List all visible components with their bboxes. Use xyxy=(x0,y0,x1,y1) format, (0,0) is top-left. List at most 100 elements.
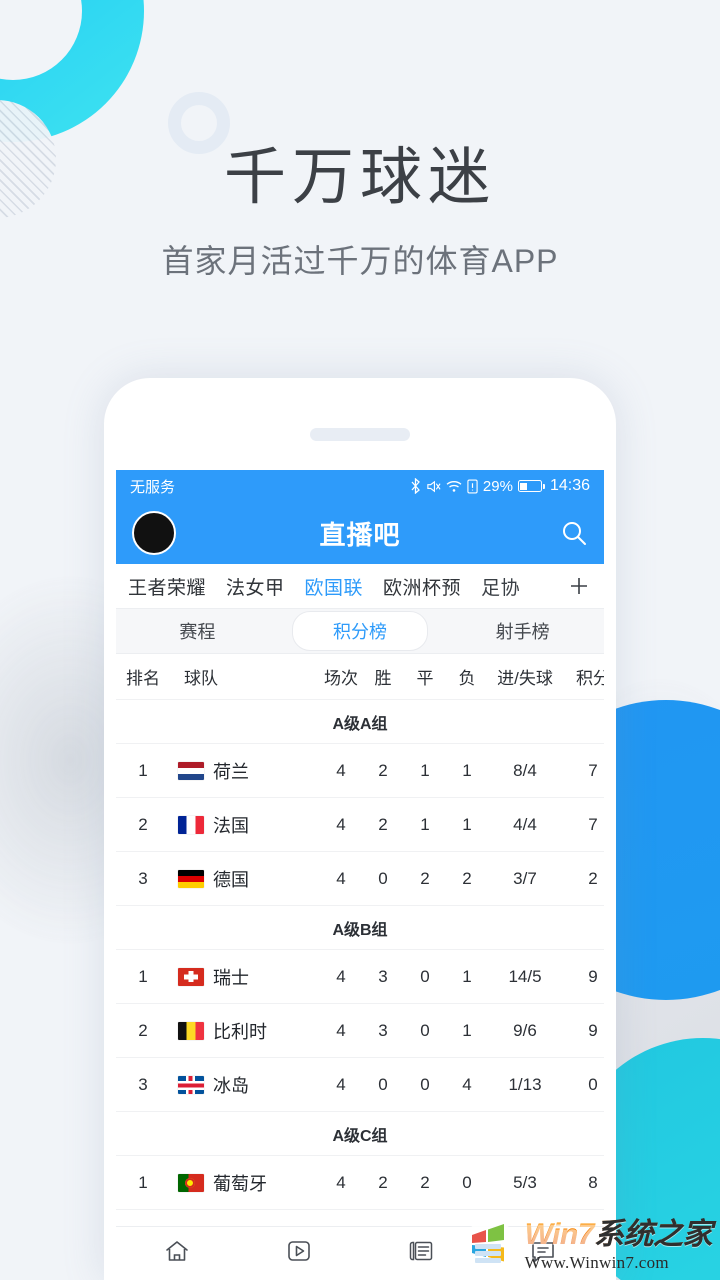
add-category-icon[interactable] xyxy=(566,573,592,599)
header-played: 场次 xyxy=(324,669,358,688)
cell-played: 4 xyxy=(336,966,346,986)
category-tab-4[interactable]: 足协 xyxy=(481,573,520,600)
tab-scorers[interactable]: 射手榜 xyxy=(441,618,604,644)
cell-played: 4 xyxy=(336,1074,346,1094)
flag-icon xyxy=(178,761,204,780)
cell-points: 9 xyxy=(588,1020,598,1040)
windows-logo-icon xyxy=(463,1218,517,1272)
cell-goals: 8/4 xyxy=(513,760,537,780)
flag-icon xyxy=(178,1021,204,1040)
table-row[interactable]: 1 葡萄牙 4 2 2 0 5/3 8 xyxy=(116,1156,604,1210)
search-icon[interactable] xyxy=(560,519,588,547)
page-subtitle: 首家月活过千万的体育APP xyxy=(161,243,559,280)
group-header: A级C组 xyxy=(116,1112,604,1156)
mute-icon xyxy=(426,479,441,494)
flag-icon xyxy=(178,869,204,888)
team-name-label: 冰岛 xyxy=(213,1075,249,1096)
cell-win: 2 xyxy=(378,1172,388,1192)
cell-team: 荷兰 xyxy=(170,758,320,784)
category-tab-3[interactable]: 欧洲杯预 xyxy=(383,573,461,600)
cell-draw: 2 xyxy=(420,868,430,888)
page-title: 千万球迷 xyxy=(223,143,496,212)
cell-draw: 1 xyxy=(420,760,430,780)
standings-table: A级A组 1 荷兰 4 2 1 1 8/4 7 2 法国 4 2 1 1 4/4 7 3 德国 4 0 2 2 3/7 2 A级B… xyxy=(116,700,604,1210)
clock-label: 14:36 xyxy=(549,477,590,494)
team-name-label: 法国 xyxy=(213,815,249,836)
table-row[interactable]: 3 冰岛 4 0 0 4 1/13 0 xyxy=(116,1058,604,1112)
phone-earpiece xyxy=(310,428,410,441)
tab-schedule[interactable]: 赛程 xyxy=(116,618,279,644)
cell-win: 2 xyxy=(378,760,388,780)
wifi-icon xyxy=(446,480,462,493)
cell-rank: 2 xyxy=(138,1020,148,1040)
status-bar: 无服务 29% 14:36 xyxy=(116,470,604,502)
phone-mockup: 无服务 29% 14:36 直播吧 王者荣耀 法女甲 欧国联 欧洲杯预 足协 赛… xyxy=(104,378,616,1280)
category-tab-0[interactable]: 王者荣耀 xyxy=(128,573,206,600)
table-row[interactable]: 3 德国 4 0 2 2 3/7 2 xyxy=(116,852,604,906)
nav-video[interactable] xyxy=(238,1236,360,1271)
avatar[interactable] xyxy=(132,511,176,555)
group-header: A级A组 xyxy=(116,700,604,744)
flag-icon xyxy=(178,967,204,986)
category-tab-bar: 王者荣耀 法女甲 欧国联 欧洲杯预 足协 xyxy=(116,564,604,608)
cell-draw: 0 xyxy=(420,1020,430,1040)
home-icon xyxy=(162,1236,192,1271)
cell-win: 3 xyxy=(378,1020,388,1040)
flag-icon xyxy=(178,1173,204,1192)
group-header: A级B组 xyxy=(116,906,604,950)
cell-win: 2 xyxy=(378,814,388,834)
cell-win: 0 xyxy=(378,1074,388,1094)
cell-goals: 1/13 xyxy=(508,1074,542,1094)
cell-loss: 1 xyxy=(462,814,472,834)
cell-team: 法国 xyxy=(170,812,320,838)
battery-icon xyxy=(517,480,545,492)
table-row[interactable]: 1 瑞士 4 3 0 1 14/5 9 xyxy=(116,950,604,1004)
table-row[interactable]: 1 荷兰 4 2 1 1 8/4 7 xyxy=(116,744,604,798)
video-icon xyxy=(284,1236,314,1271)
cell-loss: 0 xyxy=(462,1172,472,1192)
tab-standings-label: 积分榜 xyxy=(292,611,428,651)
cell-played: 4 xyxy=(336,1020,346,1040)
app-header: 直播吧 xyxy=(116,502,604,564)
header-goals: 进/失球 xyxy=(497,669,553,688)
header-loss: 负 xyxy=(458,669,476,688)
nav-home[interactable] xyxy=(116,1236,238,1271)
cell-rank: 1 xyxy=(138,1172,148,1192)
team-name-label: 葡萄牙 xyxy=(213,1173,267,1194)
cell-points: 7 xyxy=(588,814,598,834)
cell-draw: 0 xyxy=(420,1074,430,1094)
table-row[interactable]: 2 比利时 4 3 0 1 9/6 9 xyxy=(116,1004,604,1058)
sub-tab-bar: 赛程 积分榜 射手榜 xyxy=(116,608,604,654)
team-name-label: 荷兰 xyxy=(213,761,249,782)
cell-points: 0 xyxy=(588,1074,598,1094)
cell-team: 德国 xyxy=(170,866,320,892)
cell-loss: 1 xyxy=(462,966,472,986)
cell-goals: 5/3 xyxy=(513,1172,537,1192)
cell-team: 冰岛 xyxy=(170,1072,320,1098)
header-team: 球队 xyxy=(184,669,218,688)
cell-goals: 3/7 xyxy=(513,868,537,888)
table-row[interactable]: 2 法国 4 2 1 1 4/4 7 xyxy=(116,798,604,852)
cell-points: 9 xyxy=(588,966,598,986)
watermark-brand-cn: 系统之家 xyxy=(594,1217,713,1251)
cell-draw: 2 xyxy=(420,1172,430,1192)
hero-section: 千万球迷 首家月活过千万的体育APP xyxy=(0,0,720,282)
cell-team: 瑞士 xyxy=(170,964,320,990)
phone-screen: 无服务 29% 14:36 直播吧 王者荣耀 法女甲 欧国联 欧洲杯预 足协 赛… xyxy=(116,470,604,1280)
flag-icon xyxy=(178,815,204,834)
cell-played: 4 xyxy=(336,868,346,888)
cell-rank: 3 xyxy=(138,868,148,888)
watermark-url: Www.Winwin7.com xyxy=(524,1252,669,1272)
cell-team: 葡萄牙 xyxy=(170,1170,320,1196)
header-draw: 平 xyxy=(416,669,434,688)
cell-loss: 1 xyxy=(462,1020,472,1040)
flag-icon xyxy=(178,1075,204,1094)
header-win: 胜 xyxy=(374,669,392,688)
tab-standings[interactable]: 积分榜 xyxy=(279,611,442,651)
category-tab-1[interactable]: 法女甲 xyxy=(226,573,285,600)
cell-team: 比利时 xyxy=(170,1018,320,1044)
cell-loss: 2 xyxy=(462,868,472,888)
cell-played: 4 xyxy=(336,814,346,834)
category-tab-2[interactable]: 欧国联 xyxy=(305,573,364,600)
cell-draw: 1 xyxy=(420,814,430,834)
